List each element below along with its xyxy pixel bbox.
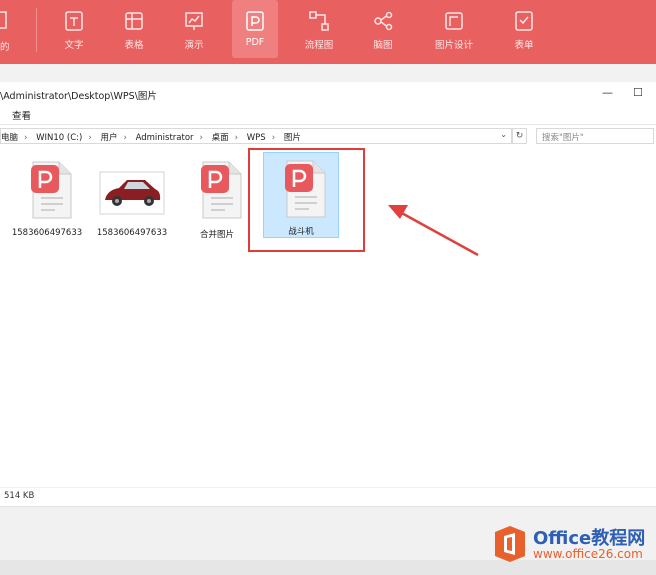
minimize-button[interactable]: — [602,86,613,99]
pdf-file-icon [31,161,72,219]
presentation-icon [185,12,203,30]
breadcrumb-separator[interactable]: › [235,133,238,143]
toolbar-item-form[interactable]: 表单 [501,0,547,58]
highlight-box [248,148,365,252]
file-name: 合并图片 [199,230,234,240]
maximize-button[interactable]: ☐ [633,86,643,99]
breadcrumb-item[interactable]: 用户 [100,133,117,143]
app-toolbar: 的 文字 表格 演示 PDF 流程图 脑图 图片设计 表单 [0,0,656,64]
address-bar[interactable]: 电脑 › WIN10 (C:) › 用户 › Administrator › 桌面 › W… [0,128,512,144]
watermark-url: www.office26.com [533,547,643,561]
refresh-button[interactable]: ↻ [512,128,527,144]
toolbar-partial-label: 的 [0,42,10,53]
toolbar-item-presentation[interactable]: 演示 [171,0,217,58]
breadcrumb-item[interactable]: WPS [247,133,266,143]
toolbar-item-image-design[interactable]: 图片设计 [431,0,477,58]
explorer-titlebar: \Administrator\Desktop\WPS\图片 — ☐ [0,82,656,104]
window-title-path: \Administrator\Desktop\WPS\图片 [0,91,157,102]
breadcrumb-separator[interactable]: › [88,133,91,143]
toolbar-item-label: 文字 [64,40,84,51]
file-item[interactable]: 1583606497633 [8,160,86,238]
chevron-down-icon[interactable]: ⌄ [500,130,507,139]
breadcrumb-separator[interactable]: › [24,133,27,143]
partial-icon [0,10,10,30]
toolbar-item-label: 表单 [514,40,534,51]
toolbar-divider [36,8,37,52]
toolbar-item-label: 流程图 [304,40,334,51]
toolbar-item-pdf[interactable]: PDF [232,0,278,58]
toolbar-shadow-band [0,64,656,82]
breadcrumb-separator[interactable]: › [200,133,203,143]
toolbar-item-text[interactable]: 文字 [51,0,97,58]
status-bar: 514 KB [0,487,656,506]
breadcrumb-item[interactable]: 图片 [284,133,301,143]
pdf-file-icon [201,161,242,219]
breadcrumb-item[interactable]: 电脑 [1,133,18,143]
search-placeholder: 搜索"图片" [542,133,584,143]
breadcrumb-item[interactable]: WIN10 (C:) [36,133,82,143]
office-logo-icon [495,526,525,562]
breadcrumb-separator[interactable]: › [272,133,275,143]
explorer-ribbon: 查看 [0,104,656,125]
file-name: 1583606497633 [96,228,168,238]
toolbar-item-table[interactable]: 表格 [111,0,157,58]
toolbar-item-flowchart[interactable]: 流程图 [296,0,342,58]
breadcrumb-separator[interactable]: › [123,133,126,143]
breadcrumb-item[interactable]: Administrator [136,133,194,143]
search-input[interactable]: 搜索"图片" [536,128,654,144]
file-item[interactable]: 1583606497633 [93,160,171,238]
file-item[interactable]: 合并图片 [178,160,256,240]
toolbar-item-label: 表格 [124,40,144,51]
pdf-icon [246,11,264,31]
selection-size: 514 KB [4,491,35,501]
breadcrumb-item[interactable]: 桌面 [212,133,229,143]
toolbar-item-label: PDF [245,37,265,48]
breadcrumb: 电脑 › WIN10 (C:) › 用户 › Administrator › 桌面 › W… [1,131,307,143]
toolbar-item-mindmap[interactable]: 脑图 [360,0,406,58]
toolbar-item-label: 演示 [184,40,204,51]
watermark: Office教程网 www.office26.com [493,520,653,570]
toolbar-item-label: 图片设计 [434,40,473,51]
annotation-arrow-icon [388,205,479,257]
form-icon [515,11,533,31]
table-icon [125,12,143,30]
tab-view[interactable]: 查看 [12,108,31,122]
mindmap-icon [374,11,393,31]
image-design-icon [445,12,463,30]
text-doc-icon [65,11,83,31]
car-image-thumbnail [99,171,165,215]
file-name: 1583606497633 [11,228,83,238]
toolbar-item-label: 脑图 [373,40,393,51]
flowchart-icon [309,11,329,31]
